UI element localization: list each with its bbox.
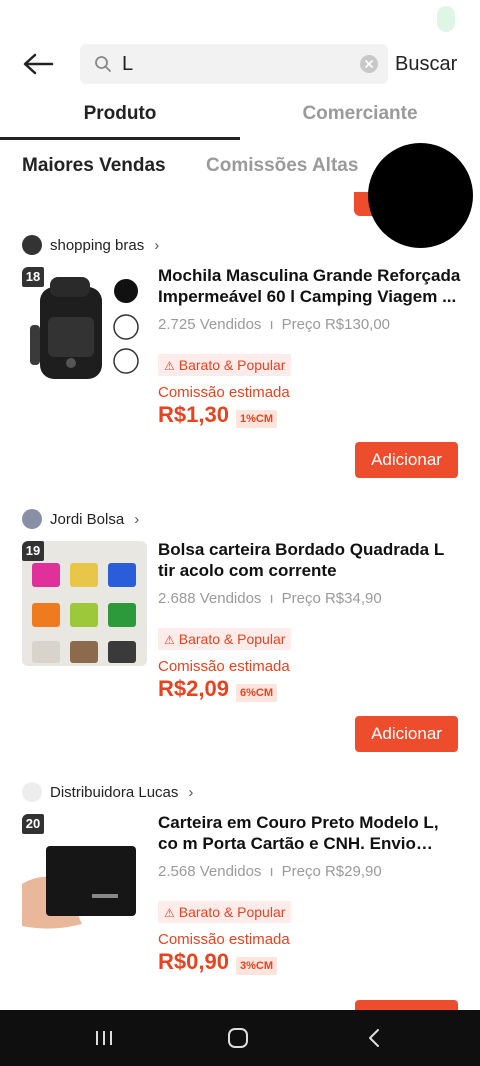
shop-avatar — [22, 782, 42, 802]
chevron-right-icon: › — [134, 510, 140, 528]
search-box[interactable]: L — [80, 44, 388, 84]
rank-badge: 19 — [22, 541, 44, 561]
shop-avatar — [22, 235, 42, 255]
shop-name: Distribuidora Lucas — [50, 783, 179, 801]
sold-count: 2.568 Vendidos — [158, 863, 262, 880]
product-card[interactable]: Jordi Bolsa › 19 Bolsa carteira Bordado … — [0, 508, 480, 781]
sort-maiores-vendas[interactable]: Maiores Vendas — [22, 148, 166, 184]
product-title[interactable]: Carteira em Couro Preto Modelo L, co m P… — [158, 812, 463, 854]
sold-count: 2.725 Vendidos — [158, 316, 262, 333]
shop-name: Jordi Bolsa — [50, 510, 125, 528]
search-input[interactable]: L — [122, 44, 133, 84]
search-header: L Buscar — [0, 40, 480, 88]
system-nav-bar — [0, 1010, 480, 1066]
recent-apps-button[interactable] — [64, 1010, 144, 1066]
product-title[interactable]: Mochila Masculina Grande Reforçada Imper… — [158, 265, 463, 307]
back-chevron-icon — [369, 1029, 379, 1047]
status-indicator — [437, 6, 455, 32]
product-meta: 2.688 Vendidos ı Preço R$34,90 — [158, 590, 382, 607]
shop-link[interactable]: Distribuidora Lucas › — [22, 781, 193, 803]
add-button[interactable]: Adicionar — [355, 442, 458, 478]
commission-value: R$1,30 — [158, 402, 229, 427]
rank-badge: 20 — [22, 814, 44, 834]
home-button[interactable] — [198, 1010, 278, 1066]
commission-value: R$2,09 — [158, 676, 229, 701]
product-price: Preço R$29,90 — [281, 863, 382, 880]
clear-search-icon[interactable] — [360, 55, 378, 73]
sold-count: 2.688 Vendidos — [158, 590, 262, 607]
product-meta: 2.568 Vendidos ı Preço R$29,90 — [158, 863, 382, 880]
back-nav-button[interactable] — [334, 1010, 414, 1066]
sort-comissoes-altas[interactable]: Comissões Altas — [206, 148, 358, 184]
home-icon — [228, 1028, 248, 1048]
search-button[interactable]: Buscar — [395, 40, 457, 88]
product-price: Preço R$130,00 — [281, 316, 391, 333]
tag-badge: ⚠ Barato & Popular — [158, 901, 292, 923]
tab-bar: Produto Comerciante — [0, 92, 480, 140]
commission-label: Comissão estimada — [158, 384, 290, 401]
commission-percent: 1%CM — [236, 410, 278, 428]
product-card[interactable]: shopping bras › 18 Mochila Masculina Gra… — [0, 234, 480, 507]
product-image[interactable]: 19 — [22, 541, 147, 666]
tab-comerciante[interactable]: Comerciante — [240, 92, 480, 140]
warning-icon: ⚠ — [164, 906, 175, 920]
warning-icon: ⚠ — [164, 633, 175, 647]
product-title[interactable]: Bolsa carteira Bordado Quadrada L tir ac… — [158, 539, 463, 581]
arrow-left-icon — [23, 53, 54, 75]
shop-name: shopping bras — [50, 236, 145, 254]
commission-percent: 3%CM — [236, 957, 278, 975]
recents-icon — [96, 1031, 112, 1045]
tag-badge: ⚠ Barato & Popular — [158, 628, 292, 650]
tab-produto[interactable]: Produto — [0, 92, 240, 140]
product-meta: 2.725 Vendidos ı Preço R$130,00 — [158, 316, 391, 333]
back-button[interactable] — [18, 46, 58, 82]
tag-badge: ⚠ Barato & Popular — [158, 354, 292, 376]
commission-percent: 6%CM — [236, 684, 278, 702]
commission-label: Comissão estimada — [158, 931, 290, 948]
chevron-right-icon: › — [154, 236, 160, 254]
shop-avatar — [22, 509, 42, 529]
commission-label: Comissão estimada — [158, 658, 290, 675]
add-button[interactable]: Adicionar — [355, 716, 458, 752]
warning-icon: ⚠ — [164, 359, 175, 373]
product-price: Preço R$34,90 — [281, 590, 382, 607]
search-icon — [95, 56, 111, 72]
chevron-right-icon: › — [188, 783, 194, 801]
shop-link[interactable]: shopping bras › — [22, 234, 159, 256]
rank-badge: 18 — [22, 267, 44, 287]
floating-overlay[interactable] — [368, 143, 473, 248]
product-image[interactable]: 20 — [22, 814, 147, 939]
commission-value: R$0,90 — [158, 949, 229, 974]
shop-link[interactable]: Jordi Bolsa › — [22, 508, 139, 530]
product-image[interactable]: 18 — [22, 267, 147, 392]
